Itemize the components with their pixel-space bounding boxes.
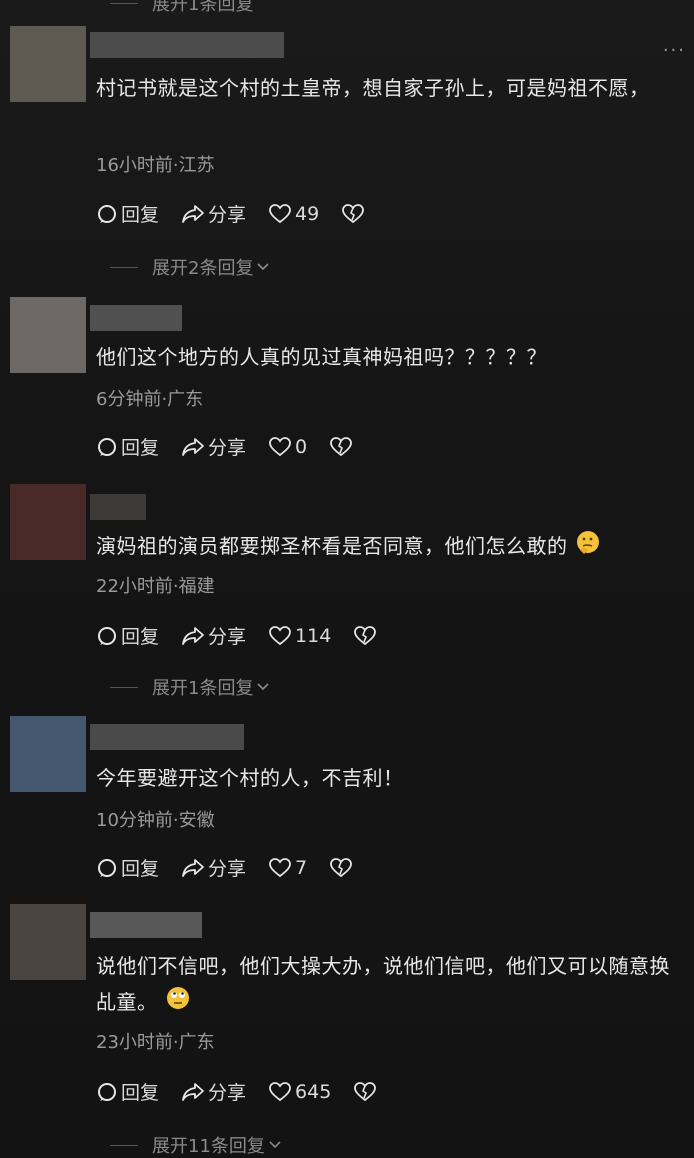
share-button[interactable]: 分享 xyxy=(181,854,246,881)
reply-button[interactable]: 回复 xyxy=(96,200,159,227)
share-label: 分享 xyxy=(208,204,247,226)
share-button[interactable]: 分享 xyxy=(181,1078,246,1105)
share-button[interactable]: 分享 xyxy=(181,622,246,649)
broken-heart-icon xyxy=(330,436,353,456)
reply-icon xyxy=(98,204,116,223)
reply-button[interactable]: 回复 xyxy=(96,433,159,460)
avatar[interactable] xyxy=(10,484,86,560)
like-count: 7 xyxy=(295,856,308,879)
comment-meta: 22小时前·福建 xyxy=(96,576,215,597)
like-count: 49 xyxy=(295,202,320,225)
broken-heart-icon xyxy=(330,857,353,877)
broken-heart-icon xyxy=(354,625,377,645)
expand-replies[interactable]: 展开1条回复 xyxy=(110,674,271,700)
dislike-button[interactable] xyxy=(329,857,356,879)
chevron-down-icon xyxy=(269,1141,281,1149)
comment-actions: 回复 分享 49 xyxy=(96,200,390,227)
reply-label: 回复 xyxy=(121,626,160,648)
like-button[interactable]: 114 xyxy=(268,625,331,647)
like-button[interactable]: 7 xyxy=(268,857,307,879)
expand-label: 展开1条回复 xyxy=(152,0,254,15)
avatar[interactable] xyxy=(10,904,86,980)
reply-label: 回复 xyxy=(121,204,160,226)
reply-button[interactable]: 回复 xyxy=(96,854,159,881)
divider-line xyxy=(110,686,138,688)
share-icon xyxy=(182,626,204,645)
comment-text: 村记书就是这个村的土皇帝，想自家子孙上，可是妈祖不愿， xyxy=(96,76,650,100)
comment-text: 他们这个地方的人真的见过真神妈祖吗？？？？？ xyxy=(96,345,547,369)
dislike-button[interactable] xyxy=(329,436,356,458)
reply-icon xyxy=(98,626,116,645)
heart-icon xyxy=(269,1081,291,1101)
broken-heart-icon xyxy=(342,203,365,223)
more-options-icon[interactable]: ··· xyxy=(663,40,686,61)
comment-meta: 23小时前·广东 xyxy=(96,1032,215,1053)
share-icon xyxy=(182,1082,204,1101)
dislike-button[interactable] xyxy=(353,1081,380,1103)
comment-text: 说他们不信吧，他们大操大办，说他们信吧，他们又可以随意换乩童。 xyxy=(96,948,676,1023)
comment-meta: 6分钟前·广东 xyxy=(96,389,204,410)
username-blurred[interactable] xyxy=(90,32,284,58)
comment-actions: 回复 分享 645 xyxy=(96,1078,402,1105)
reply-icon xyxy=(98,858,116,877)
divider-line xyxy=(110,2,138,4)
like-button[interactable]: 645 xyxy=(268,1081,331,1103)
comment-actions: 回复 分享 114 xyxy=(96,622,402,649)
reply-button[interactable]: 回复 xyxy=(96,1078,159,1105)
share-icon xyxy=(182,204,204,223)
reply-label: 回复 xyxy=(121,437,160,459)
expand-replies[interactable]: 展开11条回复 xyxy=(110,1132,283,1158)
comment-meta: 10分钟前·安徽 xyxy=(96,810,215,831)
username-blurred[interactable] xyxy=(90,305,182,331)
share-button[interactable]: 分享 xyxy=(181,200,246,227)
expand-label: 展开2条回复 xyxy=(152,258,254,279)
heart-icon xyxy=(269,436,291,456)
divider-line xyxy=(110,1144,138,1146)
share-label: 分享 xyxy=(208,858,247,880)
divider-line xyxy=(110,266,138,268)
username-blurred[interactable] xyxy=(90,912,202,938)
like-count: 645 xyxy=(295,1080,332,1103)
username-blurred[interactable] xyxy=(90,724,244,750)
reply-icon xyxy=(98,437,116,456)
comment-text: 今年要避开这个村的人，不吉利！ xyxy=(96,766,404,790)
share-label: 分享 xyxy=(208,437,247,459)
chevron-down-icon xyxy=(257,263,270,271)
avatar[interactable] xyxy=(10,716,86,792)
username-blurred[interactable] xyxy=(90,494,146,520)
expand-label: 展开1条回复 xyxy=(152,678,254,699)
heart-icon xyxy=(269,625,291,645)
reply-label: 回复 xyxy=(121,1082,160,1104)
expand-label: 展开11条回复 xyxy=(152,1136,265,1157)
dislike-button[interactable] xyxy=(341,203,368,225)
dislike-button[interactable] xyxy=(353,625,380,647)
reply-button[interactable]: 回复 xyxy=(96,622,159,649)
avatar[interactable] xyxy=(10,297,86,373)
top-expand-replies[interactable]: 展开1条回复 xyxy=(110,0,253,16)
share-icon xyxy=(182,858,204,877)
reply-label: 回复 xyxy=(121,858,160,880)
comment-meta: 16小时前·江苏 xyxy=(96,155,215,176)
like-button[interactable]: 49 xyxy=(268,203,319,225)
share-icon xyxy=(182,437,204,456)
share-label: 分享 xyxy=(208,626,247,648)
comment-text: 演妈祖的演员都要掷圣杯看是否同意，他们怎么敢的 xyxy=(96,528,676,567)
like-button[interactable]: 0 xyxy=(268,436,307,458)
broken-heart-icon xyxy=(354,1081,377,1101)
comment-actions: 回复 分享 7 xyxy=(96,854,378,881)
thinking-face-icon xyxy=(574,528,602,567)
like-count: 114 xyxy=(295,624,332,647)
comment-text-body: 演妈祖的演员都要掷圣杯看是否同意，他们怎么敢的 xyxy=(96,534,568,558)
like-count: 0 xyxy=(295,435,308,458)
heart-icon xyxy=(269,857,291,877)
share-button[interactable]: 分享 xyxy=(181,433,246,460)
share-label: 分享 xyxy=(208,1082,247,1104)
chevron-down-icon xyxy=(257,683,270,691)
reply-icon xyxy=(98,1082,116,1101)
avatar[interactable] xyxy=(10,26,86,102)
comment-actions: 回复 分享 0 xyxy=(96,433,378,460)
eye-roll-face-icon xyxy=(164,984,192,1023)
expand-replies[interactable]: 展开2条回复 xyxy=(110,254,271,280)
heart-icon xyxy=(269,203,291,223)
